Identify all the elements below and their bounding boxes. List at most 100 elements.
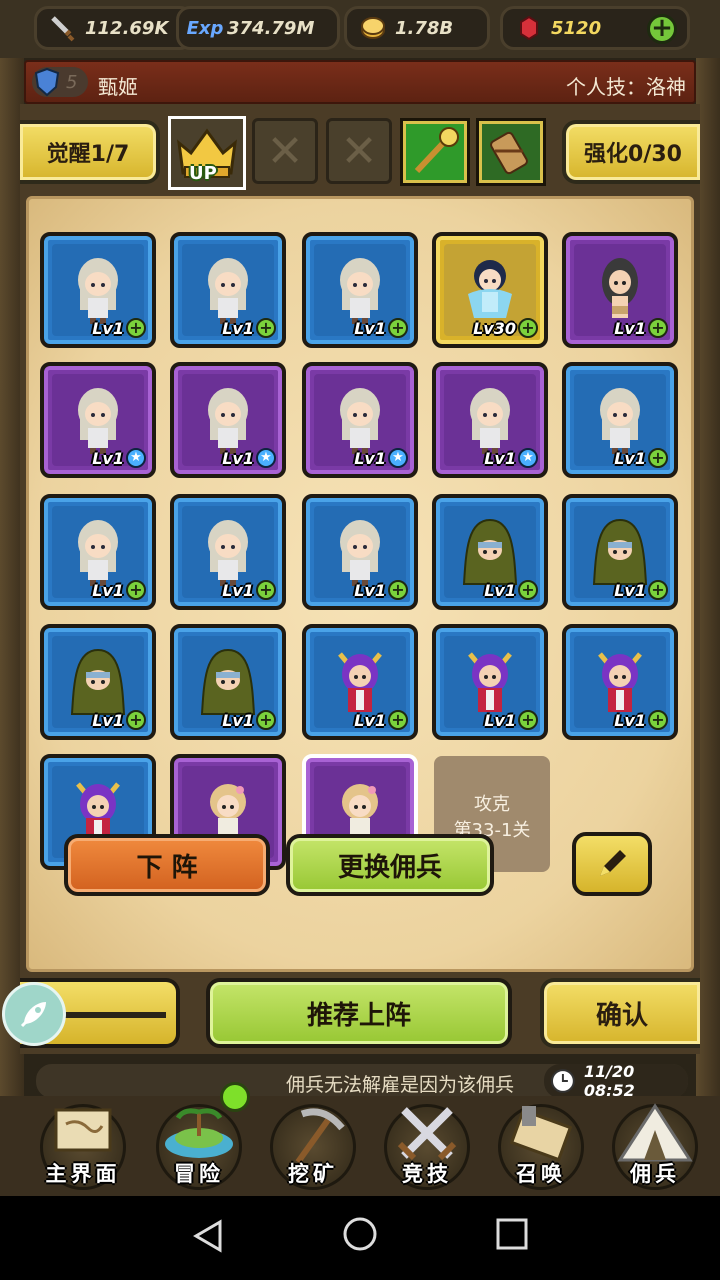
mercenary-sprite	[590, 384, 650, 456]
level-up-plus-icon[interactable]: +	[126, 580, 146, 600]
level-up-plus-icon[interactable]: +	[648, 448, 668, 468]
star-badge-icon: ★	[388, 448, 408, 468]
level-up-plus-icon[interactable]: +	[388, 710, 408, 730]
mercenary-card[interactable]: Lv1 +	[432, 624, 548, 740]
mercenary-card[interactable]: Lv1 +	[40, 494, 156, 610]
mercenary-sprite	[198, 516, 258, 588]
mercenary-sprite	[460, 254, 520, 326]
mercenary-card[interactable]: Lv1 ★	[302, 362, 418, 478]
mercenary-sprite	[460, 516, 520, 588]
mercenary-sprite	[330, 646, 390, 718]
mercenary-card[interactable]: Lv1 +	[562, 624, 678, 740]
mercenary-card[interactable]: Lv1 +	[562, 232, 678, 348]
nav-label: 冒险	[174, 1162, 224, 1186]
mercenary-sprite	[330, 254, 390, 326]
mercenary-card[interactable]: Lv1 +	[432, 494, 548, 610]
awaken-crown-slot[interactable]: UP	[168, 116, 246, 190]
level-up-plus-icon[interactable]: +	[518, 318, 538, 338]
mercenary-sprite	[198, 254, 258, 326]
scepter-item[interactable]	[400, 118, 470, 186]
nav-item-tent[interactable]: 佣兵	[596, 1096, 714, 1196]
sword-icon	[47, 14, 79, 42]
mercenary-sprite	[460, 646, 520, 718]
exp-resource: Exp 374.79M	[176, 6, 340, 50]
mercenary-sprite	[68, 646, 128, 718]
empty-awaken-slot-1: ✕	[252, 118, 318, 184]
edit-button[interactable]	[572, 832, 652, 896]
add-gems-button[interactable]: +	[647, 14, 677, 44]
enhance-button[interactable]: 强化0/30	[562, 120, 700, 184]
gold-coin-icon	[357, 14, 389, 42]
nav-item-island[interactable]: 冒险	[140, 1096, 258, 1196]
mercenary-level: Lv1	[222, 449, 254, 468]
scroll-item[interactable]	[476, 118, 546, 186]
mercenary-level: Lv1	[354, 449, 386, 468]
swap-mercenary-button[interactable]: 更换佣兵	[286, 834, 494, 896]
mercenary-card[interactable]: Lv1 +	[302, 494, 418, 610]
mercenary-card[interactable]: Lv1 +	[170, 232, 286, 348]
news-ticker: 佣兵无法解雇是因为该佣兵 11/20 08:52	[34, 1062, 690, 1100]
nav-item-pickaxe[interactable]: 挖矿	[254, 1096, 372, 1196]
level-up-plus-icon[interactable]: +	[518, 710, 538, 730]
level-up-plus-icon[interactable]: +	[388, 318, 408, 338]
home-icon[interactable]	[340, 1214, 380, 1254]
resource-bar: 112.69K Exp 374.79M 1.78B 5120 +	[0, 0, 720, 58]
nav-item-summon-scroll[interactable]: 召唤	[482, 1096, 600, 1196]
scepter-icon	[414, 127, 459, 174]
level-up-plus-icon[interactable]: +	[126, 318, 146, 338]
recents-icon[interactable]	[494, 1216, 530, 1252]
pencil-icon	[600, 850, 626, 876]
recommend-lineup-button[interactable]: 推荐上阵	[206, 978, 512, 1048]
awaken-button[interactable]: 觉醒1/7	[20, 120, 160, 184]
ruby-gem-icon	[513, 14, 545, 42]
mercenary-card[interactable]: Lv1 +	[40, 624, 156, 740]
mercenary-level: Lv1	[222, 581, 254, 600]
level-up-plus-icon[interactable]: +	[388, 580, 408, 600]
mercenary-sprite	[460, 384, 520, 456]
mercenary-level: Lv1	[92, 319, 124, 338]
confirm-button[interactable]: 确认	[540, 978, 700, 1048]
mercenary-card[interactable]: Lv1 ★	[170, 362, 286, 478]
exp-value: 374.79M	[227, 17, 315, 39]
nav-label: 主界面	[45, 1162, 121, 1186]
mercenary-sprite	[68, 384, 128, 456]
mercenary-card[interactable]: Lv1 +	[302, 232, 418, 348]
remove-from-lineup-button[interactable]: 下 阵	[64, 834, 270, 896]
mercenary-level: Lv1	[222, 319, 254, 338]
mercenary-sprite	[590, 646, 650, 718]
attack-value: 112.69K	[85, 17, 169, 39]
mercenary-card[interactable]: Lv1 +	[170, 624, 286, 740]
mercenary-card[interactable]: Lv1 +	[302, 624, 418, 740]
mercenary-card[interactable]: Lv1 ★	[40, 362, 156, 478]
level-up-plus-icon[interactable]: +	[256, 710, 276, 730]
mercenary-card[interactable]: Lv1 +	[562, 362, 678, 478]
level-up-plus-icon[interactable]: +	[648, 318, 668, 338]
level-up-plus-icon[interactable]: +	[256, 318, 276, 338]
mercenary-card[interactable]: Lv1 ★	[432, 362, 548, 478]
gold-value: 1.78B	[395, 17, 454, 39]
locked-slot-line1: 攻克	[474, 794, 510, 815]
mercenary-card[interactable]: Lv1 +	[170, 494, 286, 610]
hero-name-bar: 5 甄姬 个人技：洛神	[24, 60, 696, 104]
exp-icon: Exp	[186, 17, 224, 39]
nav-item-map-scroll[interactable]: 主界面	[24, 1096, 142, 1196]
mercenary-card[interactable]: Lv1 +	[562, 494, 678, 610]
mercenary-card[interactable]: Lv30 +	[432, 232, 548, 348]
mercenary-card[interactable]: Lv1 +	[40, 232, 156, 348]
mercenary-level: Lv1	[484, 449, 516, 468]
mercenary-sprite	[198, 384, 258, 456]
bottom-navigation: 主界面 冒险 挖矿 竞技 召唤 佣兵	[0, 1082, 720, 1196]
level-up-plus-icon[interactable]: +	[648, 580, 668, 600]
mercenary-level: Lv1	[92, 581, 124, 600]
nav-item-crossed-swords[interactable]: 竞技	[368, 1096, 486, 1196]
tab-line	[54, 1012, 166, 1018]
level-up-plus-icon[interactable]: +	[518, 580, 538, 600]
level-up-plus-icon[interactable]: +	[126, 710, 146, 730]
level-up-plus-icon[interactable]: +	[648, 710, 668, 730]
mercenary-sprite	[590, 254, 650, 326]
mercenary-level: Lv1	[614, 449, 646, 468]
rocket-button[interactable]	[2, 982, 66, 1046]
hero-name: 甄姬	[98, 75, 138, 99]
back-icon[interactable]	[188, 1216, 228, 1256]
level-up-plus-icon[interactable]: +	[256, 580, 276, 600]
